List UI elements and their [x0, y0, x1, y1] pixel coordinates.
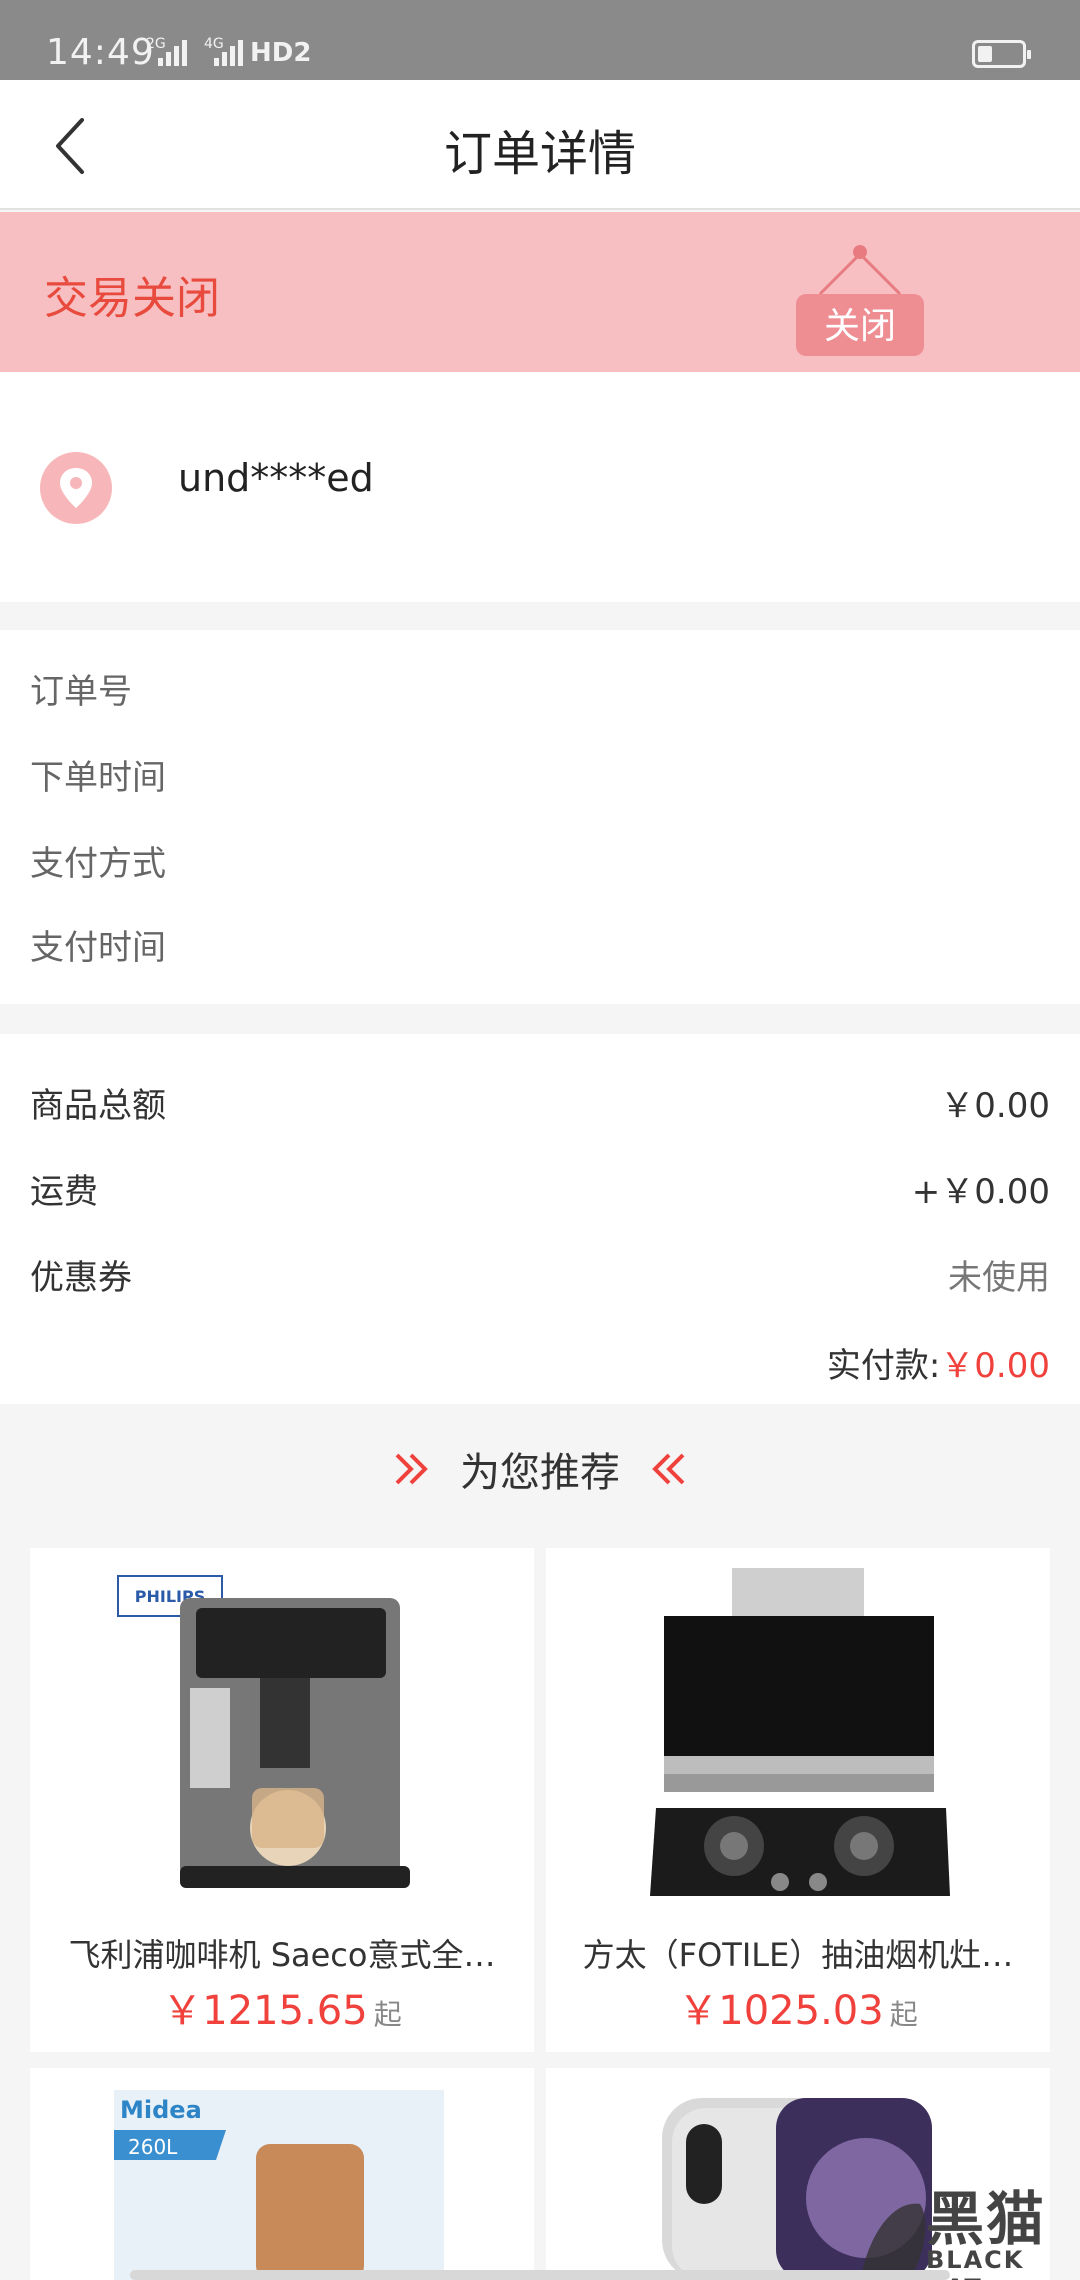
water-heater-image: Midea 260L	[114, 2090, 444, 2280]
location-pin-icon	[40, 452, 112, 524]
signal-icon	[158, 38, 187, 66]
product-name: 方太（FOTILE）抽油烟机灶…	[582, 1936, 1014, 1974]
watermark-text: 黑猫	[926, 2185, 1047, 2253]
order-status-banner: 交易关闭 关闭	[0, 212, 1080, 372]
price-suffix: 起	[373, 1998, 402, 2031]
actual-payment-value: ￥0.00	[940, 1346, 1050, 1386]
payment-method-label: 支付方式	[30, 844, 166, 884]
product-name: 飞利浦咖啡机 Saeco意式全…	[68, 1936, 496, 1974]
product-card[interactable]: PHILIPS 飞利浦咖啡机 Saeco意式全… ￥1215.65 起	[30, 1548, 534, 2052]
double-chevron-right-icon	[395, 1453, 428, 1485]
page-title: 订单详情	[443, 126, 636, 182]
price-suffix: 起	[889, 1998, 918, 2031]
shipping-label: 运费	[30, 1172, 98, 1212]
goods-total-label: 商品总额	[30, 1086, 166, 1126]
recommend-title: 为您推荐	[460, 1450, 620, 1496]
recommend-header: 为您推荐	[0, 1440, 1080, 1520]
closed-sign-text: 关闭	[824, 306, 896, 347]
product-card[interactable]: 方太（FOTILE）抽油烟机灶… ￥1025.03 起	[546, 1548, 1050, 2052]
nav-bar: 订单详情	[0, 80, 1080, 210]
coupon-value: 未使用	[948, 1258, 1050, 1298]
order-number-label: 订单号	[30, 672, 132, 712]
actual-payment: 实付款:￥0.00	[827, 1338, 1050, 1387]
payment-time-label: 支付时间	[30, 928, 166, 968]
goods-total-value: ￥0.00	[940, 1086, 1050, 1126]
signal-icon-2	[214, 38, 243, 66]
range-hood-stove-image	[650, 1568, 950, 1896]
order-time-label: 下单时间	[30, 758, 166, 798]
battery-icon	[972, 40, 1031, 68]
order-status-text: 交易关闭	[44, 273, 220, 324]
brand-midea-text: Midea	[120, 2096, 202, 2124]
product-card[interactable]: Midea 260L	[30, 2068, 534, 2280]
capacity-tag-text: 260L	[128, 2135, 178, 2159]
address-text: und****ed	[178, 456, 374, 500]
shipping-value: +￥0.00	[911, 1172, 1050, 1212]
product-price: ￥1025.03 起	[546, 1978, 1050, 2036]
status-bar: 14:49 2G 4G HD2	[0, 0, 1080, 80]
coffee-machine-image: PHILIPS	[117, 1575, 410, 1888]
product-price-value: ￥1025.03	[678, 1988, 884, 2034]
product-price-value: ￥1215.65	[162, 1988, 368, 2034]
product-price: ￥1215.65 起	[30, 1978, 534, 2036]
coupon-label: 优惠券	[30, 1258, 132, 1298]
actual-payment-label: 实付款:	[826, 1346, 941, 1386]
status-time: 14:49	[46, 32, 155, 73]
cost-section: 商品总额 ￥0.00 运费 +￥0.00 优惠券 未使用 实付款:￥0.00	[0, 1034, 1080, 1404]
address-section[interactable]: und****ed	[0, 372, 1080, 602]
hd-voice-icon: HD2	[250, 38, 312, 68]
double-chevron-left-icon	[652, 1453, 685, 1485]
closed-sign-icon: 关闭	[796, 245, 924, 356]
order-info-section: 订单号 下单时间 支付方式 支付时间	[0, 630, 1080, 1004]
bottom-scrollbar	[130, 2270, 950, 2280]
